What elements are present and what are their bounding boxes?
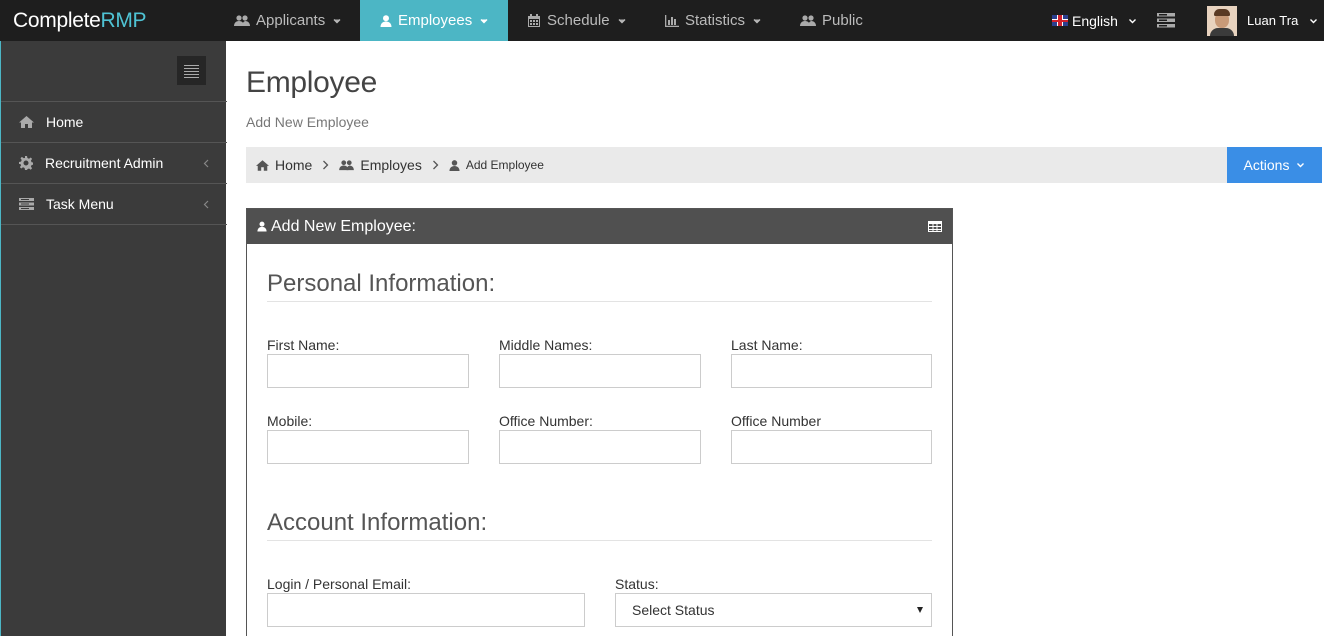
- login-email-input[interactable]: [267, 593, 585, 627]
- actions-button[interactable]: Actions: [1227, 147, 1322, 183]
- nav-statistics[interactable]: Statistics: [665, 0, 767, 41]
- nav-applicants-label: Applicants: [256, 12, 326, 29]
- last-name-label: Last Name:: [731, 337, 803, 353]
- section-divider: [267, 301, 932, 302]
- breadcrumb-employes-label: Employes: [360, 157, 422, 173]
- brand-logo[interactable]: CompleteRMP: [0, 0, 226, 41]
- sidebar-item-task-menu[interactable]: Task Menu: [1, 183, 227, 224]
- mobile-input[interactable]: [267, 430, 469, 464]
- top-navbar: CompleteRMP Applicants Employees Schedul…: [0, 0, 1324, 41]
- tasks-icon: [19, 198, 34, 210]
- users-icon: [339, 159, 355, 170]
- bar-chart-icon: [665, 14, 679, 27]
- status-label: Status:: [615, 576, 659, 592]
- nav-schedule-label: Schedule: [547, 12, 610, 29]
- office-number-2-input[interactable]: [731, 430, 932, 464]
- mobile-label: Mobile:: [267, 413, 313, 429]
- sidebar: Home Recruitment Admin Task Menu: [0, 41, 227, 636]
- office-number-2-label: Office Number: [731, 413, 821, 429]
- sidebar-item-label: Recruitment Admin: [45, 155, 164, 171]
- users-icon: [800, 14, 816, 26]
- sidebar-item-label: Home: [46, 114, 84, 130]
- calendar-icon: [528, 13, 540, 27]
- middle-names-label: Middle Names:: [499, 337, 593, 353]
- middle-names-input[interactable]: [499, 354, 701, 388]
- first-name-input[interactable]: [267, 354, 469, 388]
- chevron-down-icon: [1310, 18, 1318, 23]
- nav-public[interactable]: Public: [800, 0, 863, 41]
- add-employee-panel: Add New Employee: Personal Information: …: [246, 208, 953, 636]
- chevron-down-icon: [480, 18, 488, 23]
- chevron-right-icon: [323, 160, 329, 170]
- breadcrumb-home[interactable]: Home: [256, 157, 312, 173]
- table-icon[interactable]: [928, 221, 942, 232]
- chevron-down-icon: [1128, 18, 1136, 23]
- breadcrumb-current-label: Add Employee: [465, 158, 544, 172]
- panel-header: Add New Employee:: [247, 209, 952, 244]
- nav-employees[interactable]: Employees: [360, 0, 508, 41]
- language-label: English: [1072, 12, 1118, 29]
- users-icon: [234, 14, 250, 26]
- account-info-heading: Account Information:: [267, 509, 488, 536]
- breadcrumb-current: Add Employee: [449, 158, 544, 172]
- layout-toggle-icon[interactable]: [1157, 13, 1175, 28]
- personal-info-heading: Personal Information:: [267, 270, 496, 297]
- user-icon: [257, 221, 267, 232]
- office-number-label: Office Number:: [499, 413, 593, 429]
- chevron-left-icon: [203, 159, 209, 168]
- chevron-down-icon: [1297, 163, 1305, 168]
- sidebar-item-home[interactable]: Home: [1, 101, 227, 142]
- page-title: Employee: [246, 66, 378, 99]
- first-name-label: First Name:: [267, 337, 340, 353]
- user-name: Luan Tra: [1247, 13, 1299, 28]
- chevron-down-icon: [753, 18, 761, 23]
- user-icon: [380, 14, 392, 27]
- gear-icon: [19, 156, 33, 170]
- dropdown-arrow-icon: [917, 607, 923, 613]
- user-icon: [449, 159, 460, 171]
- section-divider: [267, 540, 932, 541]
- nav-schedule[interactable]: Schedule: [527, 0, 632, 41]
- last-name-input[interactable]: [731, 354, 932, 388]
- breadcrumb-employes[interactable]: Employes: [339, 157, 422, 173]
- chevron-down-icon: [333, 18, 341, 23]
- status-select[interactable]: Select Status: [615, 593, 932, 627]
- home-icon: [256, 159, 269, 171]
- chevron-down-icon: [618, 18, 626, 23]
- page-subtitle: Add New Employee: [246, 114, 369, 130]
- chevron-left-icon: [203, 200, 209, 209]
- status-selected-value: Select Status: [632, 602, 715, 618]
- sidebar-toggle-button[interactable]: [177, 56, 206, 85]
- actions-label: Actions: [1243, 157, 1290, 173]
- brand-accent: RMP: [100, 9, 147, 32]
- home-icon: [19, 116, 34, 128]
- nav-statistics-label: Statistics: [685, 12, 746, 29]
- panel-title: Add New Employee:: [271, 217, 416, 235]
- avatar: [1207, 5, 1237, 36]
- user-menu[interactable]: Luan Tra: [1207, 0, 1318, 41]
- nav-applicants[interactable]: Applicants: [234, 0, 347, 41]
- nav-public-label: Public: [822, 12, 863, 29]
- nav-employees-label: Employees: [398, 12, 473, 29]
- uk-flag-icon: [1052, 15, 1068, 26]
- login-email-label: Login / Personal Email:: [267, 576, 411, 592]
- breadcrumb: Home Employes Add Employee Actions: [246, 147, 1322, 183]
- language-selector[interactable]: English: [1052, 0, 1137, 41]
- sidebar-item-recruitment-admin[interactable]: Recruitment Admin: [1, 142, 227, 183]
- breadcrumb-home-label: Home: [275, 157, 313, 173]
- brand-mid: omplete: [27, 9, 101, 32]
- sidebar-item-label: Task Menu: [46, 196, 114, 212]
- office-number-input[interactable]: [499, 430, 701, 464]
- chevron-right-icon: [432, 160, 439, 170]
- brand-prefix: C: [13, 9, 28, 32]
